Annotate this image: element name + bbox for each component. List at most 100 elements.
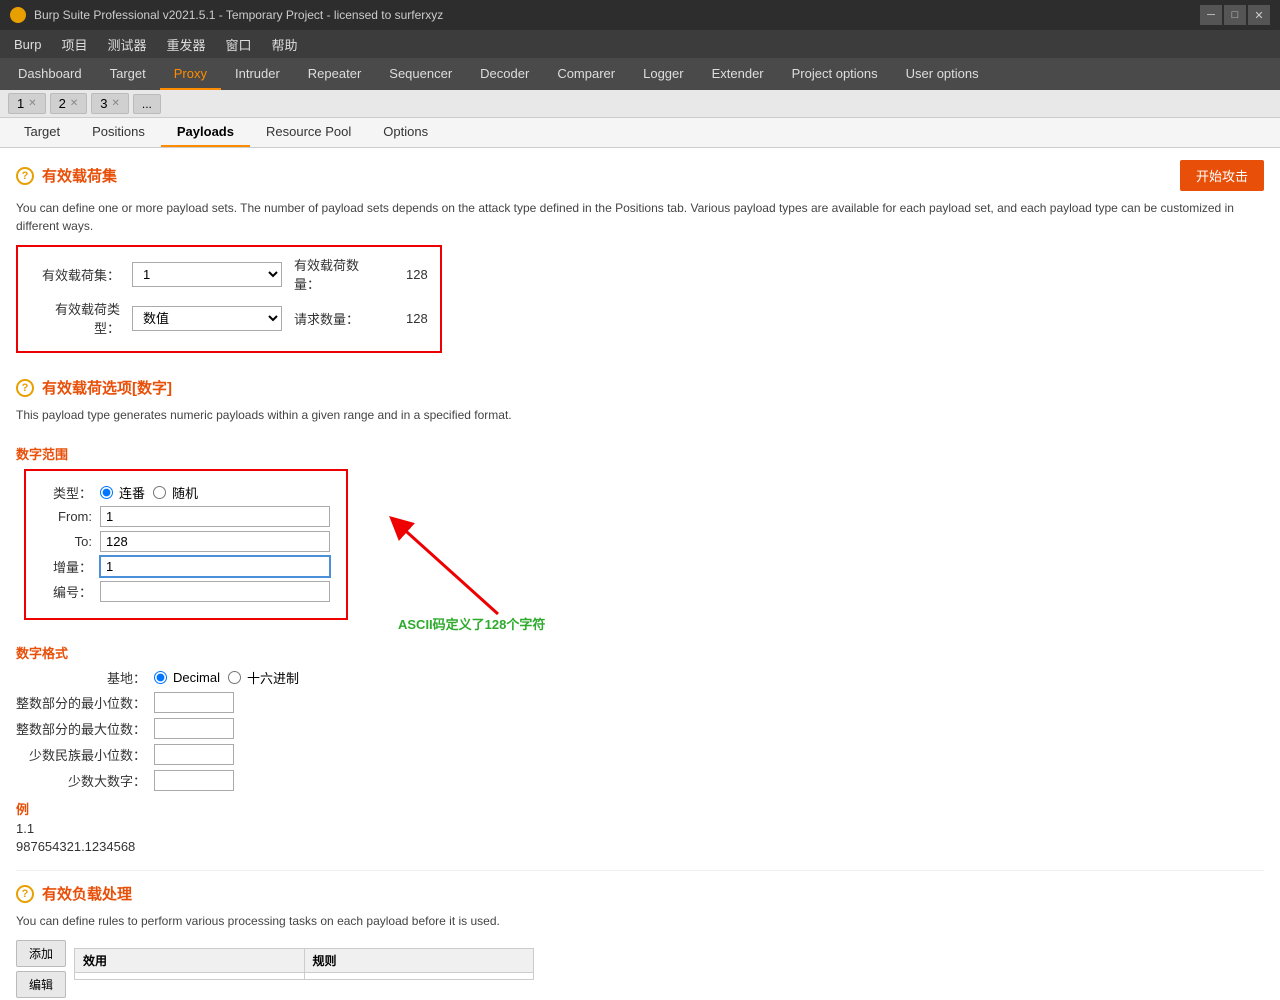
nav-tab-logger[interactable]: Logger xyxy=(629,58,697,90)
example-value-1: 1.1 xyxy=(16,821,1264,836)
annotation-area: ASCII码定义了128个字符 xyxy=(378,514,545,633)
payload-count-value: 128 xyxy=(406,267,428,282)
sequential-radio[interactable] xyxy=(100,486,113,499)
nav-tab-intruder[interactable]: Intruder xyxy=(221,58,294,90)
nav-tab-user-options[interactable]: User options xyxy=(892,58,993,90)
nav-tab-extender[interactable]: Extender xyxy=(698,58,778,90)
request-count-label: 请求数量： xyxy=(294,309,374,328)
random-label: 随机 xyxy=(172,483,198,502)
from-input[interactable] xyxy=(100,506,330,527)
payload-count-label: 有效载荷数量： xyxy=(294,255,374,293)
processing-controls: 添加 编辑 删除 效用 规则 xyxy=(16,940,1264,1000)
step-input[interactable] xyxy=(100,556,330,577)
sub-tab-1[interactable]: 1 ✕ xyxy=(8,93,46,114)
step-row: 增量： xyxy=(42,556,330,577)
inner-tab-target[interactable]: Target xyxy=(8,118,76,147)
payload-set-label: 有效载荷集： xyxy=(30,265,120,284)
sub-tab-2[interactable]: 2 ✕ xyxy=(50,93,88,114)
processing-description: You can define rules to perform various … xyxy=(16,912,1264,930)
hex-radio-label[interactable]: 十六进制 xyxy=(228,668,299,687)
nav-tab-project-options[interactable]: Project options xyxy=(778,58,892,90)
payload-set-description: You can define one or more payload sets.… xyxy=(16,199,1264,235)
nav-tab-dashboard[interactable]: Dashboard xyxy=(4,58,96,90)
numeric-format-label: 数字格式 xyxy=(16,643,1264,662)
inner-tab-options[interactable]: Options xyxy=(367,118,444,147)
ascii-annotation: ASCII码定义了128个字符 xyxy=(398,614,545,633)
max-int-label: 整数部分的最大位数： xyxy=(16,719,146,738)
maximize-button[interactable]: □ xyxy=(1224,5,1246,25)
menu-help[interactable]: 帮助 xyxy=(264,32,306,57)
col-rule: 规则 xyxy=(304,949,534,973)
sub-tabs-row: 1 ✕ 2 ✕ 3 ✕ ... xyxy=(0,90,1280,118)
to-input[interactable] xyxy=(100,531,330,552)
inner-tab-payloads[interactable]: Payloads xyxy=(161,118,250,147)
sub-tab-more[interactable]: ... xyxy=(133,94,161,114)
minimize-button[interactable]: ─ xyxy=(1200,5,1222,25)
inner-tab-positions[interactable]: Positions xyxy=(76,118,161,147)
nav-tab-proxy[interactable]: Proxy xyxy=(160,58,221,90)
max-dec-input[interactable] xyxy=(154,770,234,791)
start-attack-button[interactable]: 开始攻击 xyxy=(1180,160,1264,191)
min-int-input[interactable] xyxy=(154,692,234,713)
numeric-range-container: 数字范围 类型： 连番 随机 xyxy=(16,434,1264,633)
nav-tab-target[interactable]: Target xyxy=(96,58,160,90)
payload-processing-section: ? 有效负载处理 You can define rules to perform… xyxy=(16,870,1264,1000)
app-title: Burp Suite Professional v2021.5.1 - Temp… xyxy=(34,8,443,22)
close-tab-1-icon[interactable]: ✕ xyxy=(28,98,36,109)
payload-type-select[interactable]: 数值 Simple list Runtime file Custom itera… xyxy=(132,306,282,331)
max-int-row: 整数部分的最大位数： xyxy=(16,718,1264,739)
type-label: 类型： xyxy=(42,483,92,502)
inner-tab-resource-pool[interactable]: Resource Pool xyxy=(250,118,367,147)
processing-buttons: 添加 编辑 删除 xyxy=(16,940,66,1000)
min-dec-input[interactable] xyxy=(154,744,234,765)
random-radio-label[interactable]: 随机 xyxy=(153,483,198,502)
example-section: 例 1.1 987654321.1234568 xyxy=(16,799,1264,854)
menu-project[interactable]: 项目 xyxy=(53,32,95,57)
decimal-label: Decimal xyxy=(173,670,220,685)
nav-tab-sequencer[interactable]: Sequencer xyxy=(375,58,466,90)
encoding-input[interactable] xyxy=(100,581,330,602)
from-label: From: xyxy=(42,509,92,524)
sub-tab-3[interactable]: 3 ✕ xyxy=(91,93,129,114)
payload-type-label: 有效载荷类型： xyxy=(30,299,120,337)
max-int-input[interactable] xyxy=(154,718,234,739)
close-tab-2-icon[interactable]: ✕ xyxy=(70,98,78,109)
decimal-radio[interactable] xyxy=(154,671,167,684)
decimal-radio-label[interactable]: Decimal xyxy=(154,670,220,685)
to-label: To: xyxy=(42,534,92,549)
menu-window[interactable]: 窗口 xyxy=(218,32,260,57)
app-logo xyxy=(10,7,26,23)
numeric-range-left: 数字范围 类型： 连番 随机 xyxy=(16,434,348,620)
processing-table: 效用 规则 xyxy=(74,948,534,980)
payload-set-help-icon[interactable]: ? xyxy=(16,167,34,185)
min-int-row: 整数部分的最小位数： xyxy=(16,692,1264,713)
numeric-format-section: 数字格式 基地： Decimal 十六进制 整数部分的最小位数： 整数部分的最大… xyxy=(16,643,1264,791)
request-count-value: 128 xyxy=(406,311,428,326)
inner-tabs: Target Positions Payloads Resource Pool … xyxy=(0,118,1280,148)
nav-tab-comparer[interactable]: Comparer xyxy=(543,58,629,90)
menu-repeater[interactable]: 重发器 xyxy=(159,32,214,57)
hex-radio[interactable] xyxy=(228,671,241,684)
base-label: 基地： xyxy=(16,668,146,687)
payload-options-help-icon[interactable]: ? xyxy=(16,379,34,397)
title-bar: Burp Suite Professional v2021.5.1 - Temp… xyxy=(0,0,1280,30)
nav-tab-decoder[interactable]: Decoder xyxy=(466,58,543,90)
numeric-range-label: 数字范围 xyxy=(16,444,348,463)
payload-set-select[interactable]: 1 2 xyxy=(132,262,282,287)
payload-options-title: 有效载荷选项[数字] xyxy=(42,377,172,398)
min-int-label: 整数部分的最小位数： xyxy=(16,693,146,712)
payload-options-description: This payload type generates numeric payl… xyxy=(16,406,1264,424)
menu-scanner[interactable]: 测试器 xyxy=(99,32,154,57)
payload-set-controls-box: 有效载荷集： 1 2 有效载荷数量： 128 有效载荷类型： 数值 Simple… xyxy=(16,245,442,353)
edit-rule-button[interactable]: 编辑 xyxy=(16,971,66,998)
close-tab-3-icon[interactable]: ✕ xyxy=(111,98,119,109)
add-rule-button[interactable]: 添加 xyxy=(16,940,66,967)
menu-burp[interactable]: Burp xyxy=(6,34,49,55)
processing-title: 有效负载处理 xyxy=(42,883,132,904)
sequential-radio-label[interactable]: 连番 xyxy=(100,483,145,502)
payload-set-title: 有效载荷集 xyxy=(42,165,117,186)
nav-tab-repeater[interactable]: Repeater xyxy=(294,58,375,90)
processing-help-icon[interactable]: ? xyxy=(16,885,34,903)
random-radio[interactable] xyxy=(153,486,166,499)
close-button[interactable]: ✕ xyxy=(1248,5,1270,25)
